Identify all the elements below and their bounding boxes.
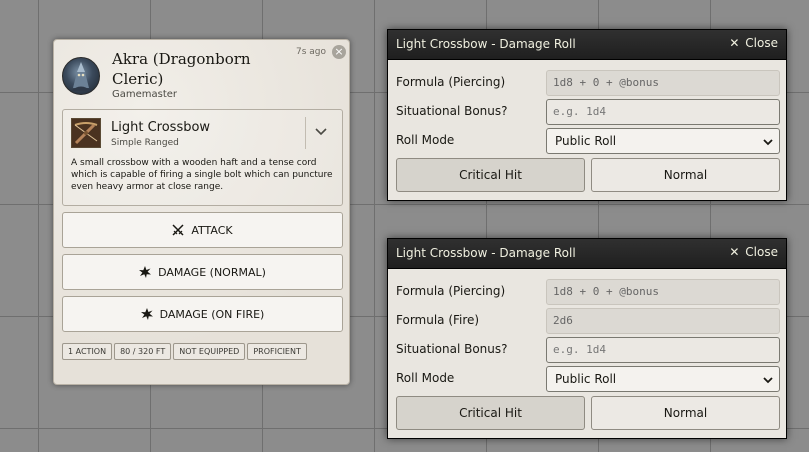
formula-fire-row: Formula (Fire) 2d6 <box>396 308 780 334</box>
roll-mode-select[interactable]: Public Roll <box>546 366 780 392</box>
roll-mode-row: Roll Mode Public Roll <box>396 128 780 154</box>
tag-action: 1 ACTION <box>62 343 113 360</box>
formula-piercing-label: Formula (Piercing) <box>396 284 506 298</box>
burst-icon <box>140 308 153 320</box>
crossed-swords-icon <box>172 224 184 236</box>
roll-mode-label: Roll Mode <box>396 371 455 385</box>
critical-hit-button[interactable]: Critical Hit <box>396 396 585 430</box>
damage-on-fire-button[interactable]: DAMAGE (ON FIRE) <box>62 296 343 332</box>
chevron-down-icon[interactable] <box>313 123 329 139</box>
damage-on-fire-label: DAMAGE (ON FIRE) <box>159 307 265 321</box>
tag-equipped: NOT EQUIPPED <box>173 343 246 360</box>
situational-bonus-input[interactable]: e.g. 1d4 <box>546 337 780 363</box>
item-divider <box>305 117 306 149</box>
normal-button[interactable]: Normal <box>591 396 780 430</box>
attack-button[interactable]: ATTACK <box>62 212 343 248</box>
roll-mode-row: Roll Mode Public Roll <box>396 366 780 392</box>
critical-hit-button[interactable]: Critical Hit <box>396 158 585 192</box>
dragonborn-portrait-icon <box>71 62 91 91</box>
situational-bonus-label: Situational Bonus? <box>396 342 508 356</box>
roll-mode-value: Public Roll <box>555 134 617 148</box>
close-button[interactable]: ✕ Close <box>729 245 778 259</box>
formula-piercing-row: Formula (Piercing) 1d8 + 0 + @bonus <box>396 70 780 96</box>
chevron-down-icon <box>763 377 773 384</box>
situational-bonus-input[interactable]: e.g. 1d4 <box>546 99 780 125</box>
delete-message-icon[interactable]: × <box>332 45 346 59</box>
item-card: Light Crossbow Simple Ranged A small cro… <box>62 109 343 206</box>
dialog-title: Light Crossbow - Damage Roll <box>396 246 576 260</box>
normal-button[interactable]: Normal <box>591 158 780 192</box>
item-image <box>71 118 101 148</box>
tag-proficient: PROFICIENT <box>247 343 307 360</box>
formula-fire-label: Formula (Fire) <box>396 313 480 327</box>
situational-bonus-label: Situational Bonus? <box>396 104 508 118</box>
close-icon: ✕ <box>729 36 740 50</box>
burst-icon <box>139 266 152 278</box>
item-name: Light Crossbow <box>111 120 211 135</box>
dialog-header: Light Crossbow - Damage Roll ✕ Close <box>388 30 786 60</box>
speaker-avatar <box>62 57 100 95</box>
item-tags: 1 ACTION 80 / 320 FT NOT EQUIPPED PROFICIEN… <box>62 339 343 363</box>
formula-piercing-field: 1d8 + 0 + @bonus <box>546 70 780 96</box>
crossbow-icon <box>72 119 100 147</box>
message-timestamp: 7s ago <box>296 47 327 57</box>
formula-piercing-field: 1d8 + 0 + @bonus <box>546 279 780 305</box>
formula-fire-field: 2d6 <box>546 308 780 334</box>
formula-piercing-label: Formula (Piercing) <box>396 75 506 89</box>
speaker-name: Akra (Dragonborn Cleric) <box>112 50 251 88</box>
damage-roll-dialog: Light Crossbow - Damage Roll ✕ Close For… <box>387 29 787 201</box>
roll-mode-select[interactable]: Public Roll <box>546 128 780 154</box>
chat-message-card: Akra (Dragonborn Cleric) Gamemaster 7s a… <box>53 39 350 385</box>
dialog-title: Light Crossbow - Damage Roll <box>396 37 576 51</box>
situational-bonus-row: Situational Bonus? e.g. 1d4 <box>396 337 780 363</box>
tag-range: 80 / 320 FT <box>114 343 172 360</box>
formula-piercing-row: Formula (Piercing) 1d8 + 0 + @bonus <box>396 279 780 305</box>
close-icon: ✕ <box>729 245 740 259</box>
roll-mode-label: Roll Mode <box>396 133 455 147</box>
attack-button-label: ATTACK <box>191 223 233 237</box>
chevron-down-icon <box>763 139 773 146</box>
item-description: A small crossbow with a wooden haft and … <box>71 158 333 192</box>
damage-normal-button[interactable]: DAMAGE (NORMAL) <box>62 254 343 290</box>
dialog-header: Light Crossbow - Damage Roll ✕ Close <box>388 239 786 269</box>
item-subtitle: Simple Ranged <box>111 138 179 148</box>
situational-bonus-row: Situational Bonus? e.g. 1d4 <box>396 99 780 125</box>
damage-normal-label: DAMAGE (NORMAL) <box>158 265 266 279</box>
close-label: Close <box>745 245 778 259</box>
close-label: Close <box>745 36 778 50</box>
damage-roll-dialog-fire: Light Crossbow - Damage Roll ✕ Close For… <box>387 238 787 439</box>
close-button[interactable]: ✕ Close <box>729 36 778 50</box>
speaker-role: Gamemaster <box>112 89 178 100</box>
roll-mode-value: Public Roll <box>555 372 617 386</box>
